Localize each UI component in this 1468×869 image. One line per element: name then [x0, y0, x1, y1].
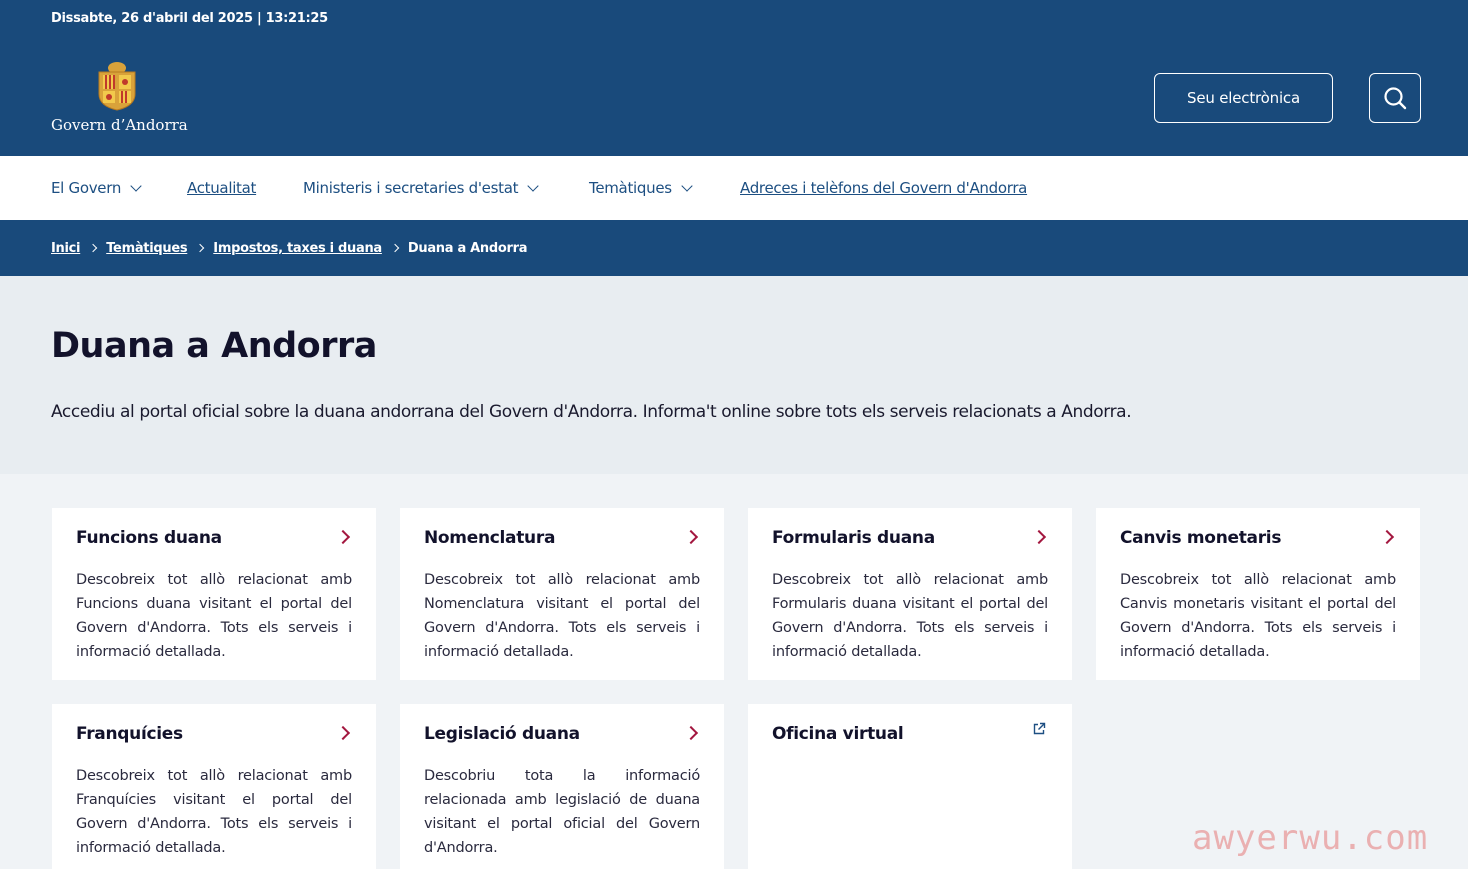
nav-item-adreces[interactable]: Adreces i telèfons del Govern d'Andorra [740, 156, 1027, 220]
nav-item-label: Temàtiques [589, 179, 672, 197]
card-title: Canvis monetaris [1120, 528, 1282, 548]
card-title: Legislació duana [424, 724, 580, 744]
coat-of-arms-icon [98, 62, 136, 111]
nav-item-label: Ministeris i secretaries d'estat [303, 179, 519, 197]
card-nomenclatura[interactable]: Nomenclatura Descobreix tot allò relacio… [400, 508, 724, 680]
card-description: Descobreix tot allò relacionat amb Franq… [76, 768, 352, 856]
card-description: Descobreix tot allò relacionat amb Funci… [76, 572, 352, 660]
card-description: Descobreix tot allò relacionat amb Nomen… [424, 572, 700, 660]
card-description: Descobreix tot allò relacionat amb Canvi… [1120, 572, 1396, 660]
cards-section: Funcions duana Descobreix tot allò relac… [0, 474, 1468, 869]
logo-text: Govern d’Andorra [51, 116, 188, 134]
card-title: Franquícies [76, 724, 183, 744]
breadcrumb-item-tematiques[interactable]: Temàtiques [106, 241, 187, 256]
breadcrumb-item-impostos[interactable]: Impostos, taxes i duana [213, 241, 382, 256]
nav-item-el-govern[interactable]: El Govern [51, 156, 142, 220]
card-title: Nomenclatura [424, 528, 556, 548]
chevron-right-icon [335, 725, 351, 741]
chevron-right-icon [390, 243, 400, 253]
chevron-right-icon [335, 529, 351, 545]
seu-electronica-button[interactable]: Seu electrònica [1154, 73, 1333, 123]
govern-logo[interactable]: Govern d’Andorra [51, 60, 188, 140]
breadcrumb: Inici Temàtiques Impostos, taxes i duana… [51, 220, 528, 276]
nav-item-label: Actualitat [187, 179, 257, 197]
current-datetime: Dissabte, 26 d'abril del 2025 | 13:21:25 [51, 11, 328, 26]
card-franquicies[interactable]: Franquícies Descobreix tot allò relacion… [52, 704, 376, 869]
chevron-right-icon [683, 529, 699, 545]
search-button[interactable] [1369, 73, 1421, 123]
top-header: Dissabte, 26 d'abril del 2025 | 13:21:25… [0, 0, 1468, 156]
card-funcions-duana[interactable]: Funcions duana Descobreix tot allò relac… [52, 508, 376, 680]
nav-item-label: El Govern [51, 179, 122, 197]
card-description: Descobreix tot allò relacionat amb Formu… [772, 572, 1048, 660]
chevron-right-icon [1031, 529, 1047, 545]
card-description: Descobriu tota la informació relacionada… [424, 768, 700, 856]
card-legislacio-duana[interactable]: Legislació duana Descobriu tota la infor… [400, 704, 724, 869]
nav-item-tematiques[interactable]: Temàtiques [589, 156, 693, 220]
chevron-right-icon [88, 243, 98, 253]
chevron-right-icon [1379, 529, 1395, 545]
breadcrumb-item-inici[interactable]: Inici [51, 241, 81, 256]
card-formularis-duana[interactable]: Formularis duana Descobreix tot allò rel… [748, 508, 1072, 680]
card-title: Funcions duana [76, 528, 222, 548]
card-title: Oficina virtual [772, 724, 904, 744]
page-title: Duana a Andorra [51, 326, 377, 366]
search-icon [1384, 87, 1407, 110]
external-link-icon [1033, 722, 1046, 735]
main-navigation: El Govern Actualitat Ministeris i secret… [0, 156, 1468, 220]
nav-item-ministeris[interactable]: Ministeris i secretaries d'estat [303, 156, 539, 220]
chevron-right-icon [683, 725, 699, 741]
watermark-text: awyerwu.com [1192, 818, 1429, 858]
nav-item-actualitat[interactable]: Actualitat [187, 156, 256, 220]
chevron-down-icon [130, 179, 142, 192]
chevron-down-icon [527, 179, 539, 192]
card-canvis-monetaris[interactable]: Canvis monetaris Descobreix tot allò rel… [1096, 508, 1420, 680]
hero-section: Duana a Andorra Accediu al portal oficia… [0, 276, 1468, 474]
page-description: Accediu al portal oficial sobre la duana… [51, 402, 1132, 422]
breadcrumb-bar: Inici Temàtiques Impostos, taxes i duana… [0, 220, 1468, 276]
chevron-right-icon [196, 243, 205, 253]
chevron-down-icon [681, 179, 693, 192]
breadcrumb-item-current: Duana a Andorra [407, 240, 528, 256]
card-title: Formularis duana [772, 528, 935, 548]
nav-item-label: Adreces i telèfons del Govern d'Andorra [740, 179, 1028, 197]
card-oficina-virtual[interactable]: Oficina virtual [748, 704, 1072, 869]
